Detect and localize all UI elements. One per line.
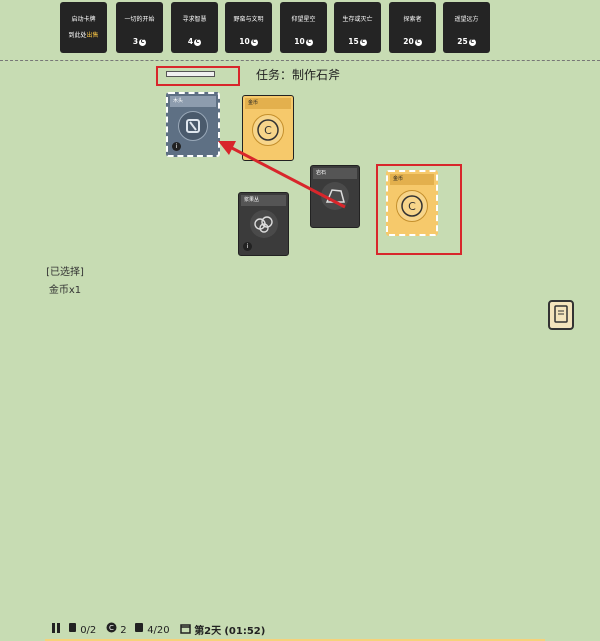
status-bar: 0/2 C 2 4/20 第2天 (01:52) xyxy=(0,308,600,641)
card-count-icon xyxy=(135,623,143,632)
book-icon xyxy=(554,305,568,323)
food-count: 0/2 xyxy=(80,625,97,636)
coin-count: 2 xyxy=(120,625,127,636)
recipe-book-button[interactable] xyxy=(548,300,574,330)
selection-panel: [已选择] 金币x1 xyxy=(30,264,100,300)
card-count: 4/20 xyxy=(147,625,170,636)
selection-item: 金币x1 xyxy=(48,285,82,296)
calendar-icon xyxy=(180,624,191,634)
day-label: 第2天 xyxy=(194,626,222,637)
clock-time: (01:52) xyxy=(224,626,266,637)
coin-icon: C xyxy=(106,622,117,633)
svg-text:C: C xyxy=(109,624,114,632)
pause-button[interactable] xyxy=(50,622,62,637)
food-icon xyxy=(69,623,76,632)
selection-title: [已选择] xyxy=(46,267,84,278)
